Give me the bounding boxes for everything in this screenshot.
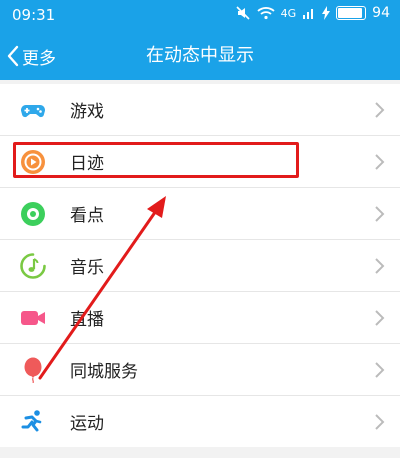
chevron-right-icon	[375, 258, 385, 274]
list-item-label: 音乐	[70, 258, 104, 278]
battery-icon	[336, 6, 367, 20]
list-item-sports[interactable]: 运动	[0, 396, 400, 447]
mute-icon	[236, 6, 250, 20]
highlight-box	[13, 142, 299, 178]
battery-fill	[338, 8, 363, 18]
list-item-label: 看点	[70, 206, 104, 226]
chevron-right-icon	[375, 310, 385, 326]
chevron-right-icon	[375, 362, 385, 378]
eye-icon	[21, 202, 45, 226]
battery-percent: 94	[372, 5, 390, 21]
running-icon	[21, 410, 42, 432]
list-item-local-services[interactable]: 同城服务	[0, 344, 400, 396]
chevron-right-icon	[375, 414, 385, 430]
list-item-music[interactable]: 音乐	[0, 240, 400, 292]
chevron-right-icon	[375, 102, 385, 118]
title-bar: 更多 在动态中显示	[0, 32, 400, 80]
music-note-icon	[20, 253, 46, 279]
status-bar: 09:31 4G 94	[0, 0, 400, 32]
wifi-icon	[257, 7, 275, 20]
status-icons: 4G 94	[235, 5, 390, 21]
status-time: 09:31	[12, 6, 56, 24]
page-title: 在动态中显示	[146, 45, 254, 66]
list-item-label: 游戏	[70, 102, 104, 122]
gamepad-icon	[21, 105, 45, 118]
chevron-right-icon	[375, 206, 385, 222]
network-type-label: 4G	[280, 6, 297, 20]
chevron-right-icon	[375, 154, 385, 170]
signal-icon	[303, 9, 314, 19]
video-camera-icon	[21, 311, 45, 325]
list-item-label: 运动	[70, 414, 104, 434]
list-item-live[interactable]: 直播	[0, 292, 400, 344]
settings-list: 游戏 日迹 看点 音乐 直播 同城服务 运动	[0, 84, 400, 447]
balloon-icon	[24, 357, 42, 383]
charging-icon	[322, 6, 331, 20]
list-item-label: 直播	[70, 310, 104, 330]
list-item-kandian[interactable]: 看点	[0, 188, 400, 240]
list-item-label: 同城服务	[70, 362, 138, 382]
list-item-games[interactable]: 游戏	[0, 84, 400, 136]
